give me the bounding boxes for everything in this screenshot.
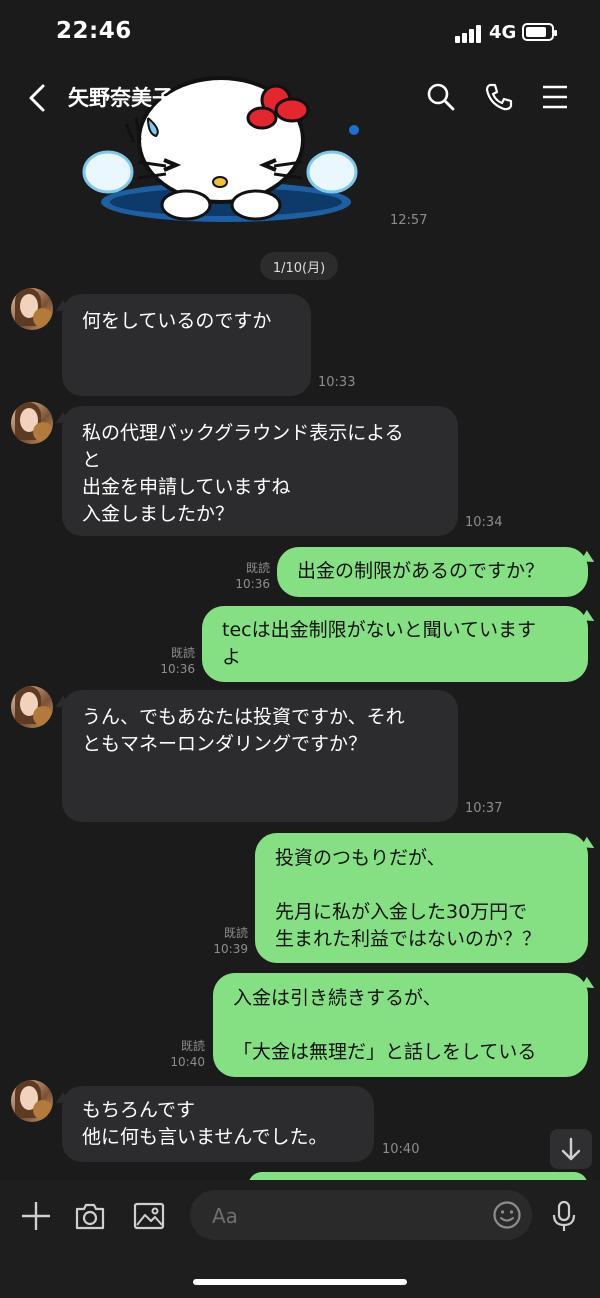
microphone-icon[interactable] xyxy=(548,1200,580,1232)
menu-icon[interactable] xyxy=(540,82,570,112)
search-icon[interactable] xyxy=(426,82,456,112)
camera-icon[interactable] xyxy=(74,1200,106,1232)
emoji-icon[interactable] xyxy=(492,1200,522,1230)
read-label: 既読 xyxy=(170,646,195,660)
avatar[interactable] xyxy=(11,288,53,330)
read-receipt: 既読 10:40 xyxy=(161,1038,205,1070)
plus-icon[interactable] xyxy=(20,1200,52,1232)
message-timestamp: 10:39 xyxy=(213,942,248,956)
chat-header: 矢野奈美子 xyxy=(0,70,600,126)
avatar[interactable] xyxy=(11,686,53,728)
message-timestamp: 10:40 xyxy=(382,1142,420,1157)
read-receipt: 既読 10:36 xyxy=(226,560,270,592)
home-indicator[interactable] xyxy=(193,1279,407,1285)
avatar[interactable] xyxy=(11,402,53,444)
read-label: 既読 xyxy=(245,561,270,575)
outgoing-message[interactable]: tecは出金制限がないと聞いています よ xyxy=(202,606,588,682)
incoming-message[interactable]: もちろんです 他に何も言いませんでした。 xyxy=(62,1086,374,1162)
message-timestamp: 10:36 xyxy=(235,577,270,591)
scroll-to-bottom-button[interactable] xyxy=(550,1129,592,1169)
read-receipt: 既読 10:39 xyxy=(204,925,248,957)
message-timestamp: 10:34 xyxy=(465,515,503,530)
svg-text:すみません…: すみません… xyxy=(96,60,366,65)
read-label: 既読 xyxy=(223,926,248,940)
back-arrow-icon[interactable] xyxy=(24,82,50,114)
read-label: 既読 xyxy=(180,1039,205,1053)
phone-icon[interactable] xyxy=(484,82,514,112)
outgoing-message[interactable]: 出金の制限があるのですか？ xyxy=(277,547,588,597)
incoming-message[interactable]: うん、でもあなたは投資ですか、それ ともマネーロンダリングですか？ xyxy=(62,690,458,822)
message-timestamp: 10:40 xyxy=(170,1055,205,1069)
outgoing-message[interactable]: 入金は引き続きするが、 「大金は無理だ」と話しをしている xyxy=(213,973,588,1077)
battery-icon xyxy=(522,23,557,41)
sticker-timestamp: 12:57 xyxy=(390,213,428,228)
message-field xyxy=(190,1190,532,1240)
message-input[interactable] xyxy=(210,1200,474,1232)
outgoing-message[interactable]: 投資のつもりだが、 先月に私が入金した30万円で 生まれた利益ではないのか？？ xyxy=(255,833,588,963)
avatar[interactable] xyxy=(11,1080,53,1122)
incoming-message[interactable]: 私の代理バックグラウンド表示による と 出金を申請していますね 入金しましたか？ xyxy=(62,406,458,536)
image-icon[interactable] xyxy=(133,1200,165,1232)
message-timestamp: 10:37 xyxy=(465,801,503,816)
incoming-message[interactable]: 何をしているのですか xyxy=(62,294,311,396)
network-type: 4G xyxy=(489,22,517,43)
message-timestamp: 10:36 xyxy=(160,662,195,676)
read-receipt: 既読 10:36 xyxy=(151,645,195,677)
date-divider: 1/10(月) xyxy=(260,252,338,280)
message-timestamp: 10:33 xyxy=(318,375,356,390)
status-time: 22:46 xyxy=(56,18,132,44)
cellular-signal-icon xyxy=(455,25,483,43)
chat-title[interactable]: 矢野奈美子 xyxy=(68,82,173,112)
